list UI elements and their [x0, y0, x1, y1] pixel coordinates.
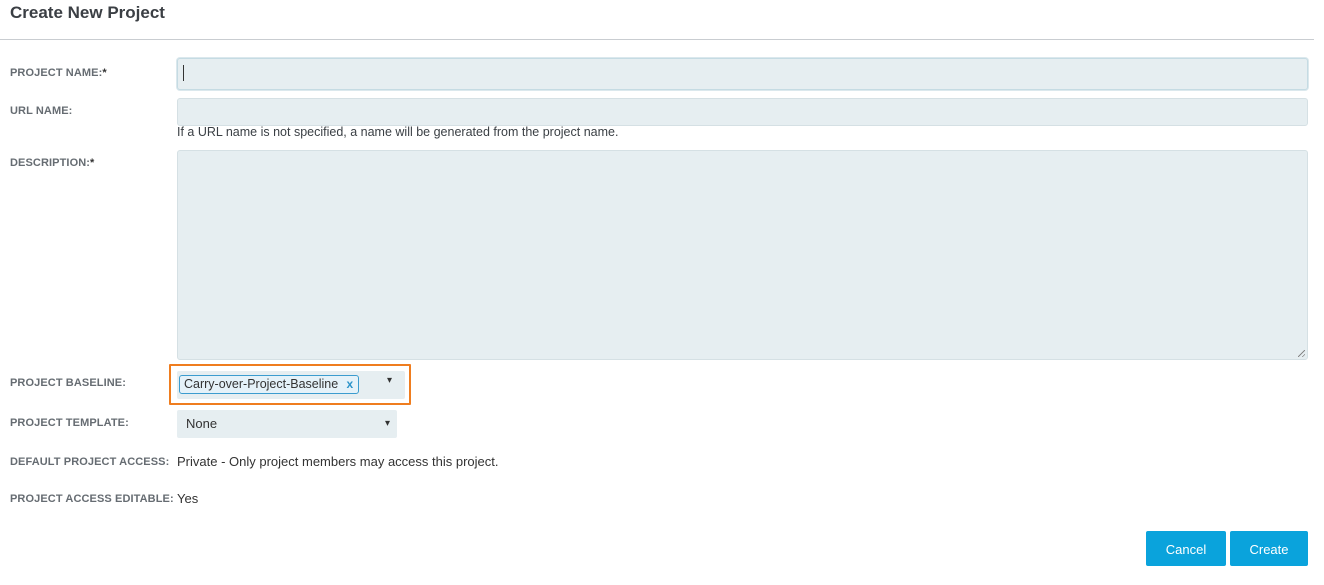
project-access-editable-label: PROJECT ACCESS EDITABLE:	[10, 493, 174, 505]
url-name-label: URL NAME:	[10, 105, 73, 117]
project-baseline-select[interactable]: Carry-over-Project-Baseline x ▾	[177, 371, 405, 399]
project-name-input[interactable]	[177, 58, 1308, 90]
url-name-hint: If a URL name is not specified, a name w…	[177, 125, 619, 139]
description-label: DESCRIPTION:*	[10, 157, 95, 169]
cancel-button[interactable]: Cancel	[1146, 531, 1226, 566]
project-access-editable-value: Yes	[177, 491, 199, 506]
chevron-down-icon: ▾	[384, 418, 390, 429]
project-baseline-highlight: Carry-over-Project-Baseline x ▾	[169, 364, 411, 405]
required-mark: *	[102, 67, 107, 79]
project-template-value: None	[186, 416, 218, 431]
project-name-label: PROJECT NAME:*	[10, 67, 107, 79]
create-project-dialog: Create New Project PROJECT NAME:* URL NA…	[0, 0, 1324, 585]
project-baseline-label: PROJECT BASELINE:	[10, 377, 126, 389]
url-name-input[interactable]	[177, 98, 1308, 126]
create-button[interactable]: Create	[1230, 531, 1308, 566]
default-project-access-label: DEFAULT PROJECT ACCESS:	[10, 456, 170, 468]
project-template-label: PROJECT TEMPLATE:	[10, 417, 129, 429]
title-divider	[0, 39, 1314, 40]
default-project-access-value: Private - Only project members may acces…	[177, 454, 499, 469]
baseline-tag-label: Carry-over-Project-Baseline	[184, 377, 339, 391]
chevron-down-icon[interactable]: ▾	[387, 375, 392, 386]
baseline-tag: Carry-over-Project-Baseline x	[179, 375, 360, 394]
remove-tag-icon[interactable]: x	[347, 376, 354, 393]
project-template-select[interactable]: None ▾	[177, 410, 397, 438]
required-mark: *	[90, 157, 95, 169]
text-caret	[183, 65, 184, 81]
description-textarea[interactable]	[177, 150, 1308, 360]
dialog-title: Create New Project	[10, 3, 165, 22]
resize-grip-icon[interactable]	[1298, 350, 1305, 357]
